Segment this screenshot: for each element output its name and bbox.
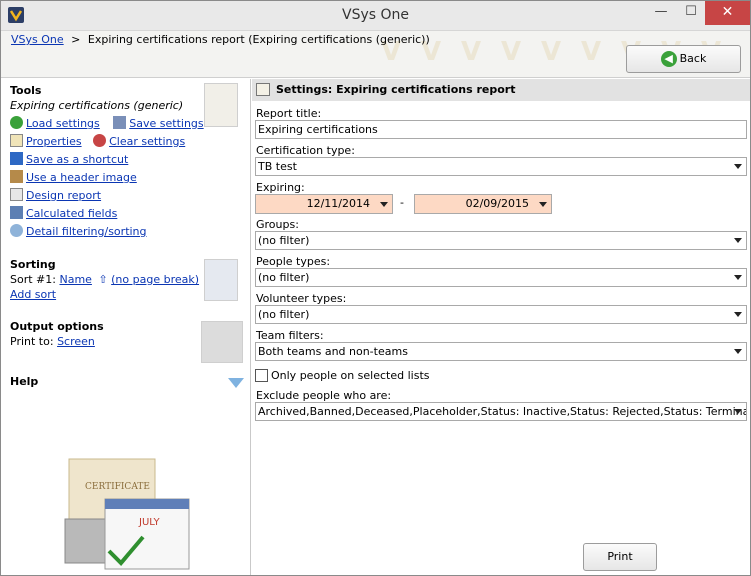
team-filters-label: Team filters: — [256, 329, 324, 342]
arrow-left-icon: ◀ — [660, 51, 677, 67]
calculator-icon — [10, 206, 23, 219]
expiring-from-date[interactable]: 12/11/2014 — [255, 194, 393, 214]
tools-title: Tools — [10, 84, 42, 97]
properties-link[interactable]: Properties — [26, 135, 82, 148]
settings-header-title: Settings: Expiring certifications report — [276, 83, 516, 96]
sort-ascending-icon[interactable]: ⇧ — [98, 273, 107, 286]
app-window: VSys One — ☐ ✕ VVV VVV VVV VSys One > Ex… — [0, 0, 751, 576]
chevron-down-icon — [734, 312, 742, 317]
calendar-dropdown-icon — [380, 202, 388, 207]
printer-icon — [201, 321, 243, 363]
expiring-from-value: 12/11/2014 — [306, 197, 370, 210]
properties-icon — [10, 134, 23, 147]
sort1-field-link[interactable]: Name — [59, 273, 91, 286]
sorting-title: Sorting — [10, 258, 56, 271]
volunteer-types-label: Volunteer types: — [256, 292, 347, 305]
chevron-down-icon — [734, 409, 742, 414]
report-title-input[interactable] — [255, 120, 747, 139]
certification-type-select[interactable]: TB test — [255, 157, 747, 176]
settings-panel: Settings: Expiring certifications report… — [252, 79, 750, 575]
tools-panel: Tools Expiring certifications (generic) … — [1, 79, 251, 575]
report-illustration-icon: CERTIFICATE JULY — [64, 458, 190, 570]
exclude-label: Exclude people who are: — [256, 389, 392, 402]
expiring-to-date[interactable]: 02/09/2015 — [414, 194, 552, 214]
svg-text:CERTIFICATE: CERTIFICATE — [85, 482, 150, 492]
print-button[interactable]: Print — [583, 543, 657, 571]
header-banner: VVV VVV VVV VSys One > Expiring certific… — [1, 31, 750, 78]
help-title: Help — [10, 375, 39, 388]
people-types-label: People types: — [256, 255, 331, 268]
chevron-down-icon — [734, 164, 742, 169]
title-bar: VSys One — ☐ ✕ — [1, 1, 750, 31]
breadcrumb-current: Expiring certifications report (Expiring… — [87, 33, 430, 46]
exclude-select[interactable]: Archived,Banned,Deceased,Placeholder,Sta… — [255, 402, 747, 421]
back-button-label: Back — [679, 52, 707, 65]
team-filters-value: Both teams and non-teams — [258, 345, 408, 358]
settings-report-icon — [256, 83, 270, 96]
load-settings-icon — [10, 116, 23, 129]
sort1-page-break-link[interactable]: (no page break) — [111, 273, 199, 286]
calculated-fields-link[interactable]: Calculated fields — [26, 207, 117, 220]
people-types-value: (no filter) — [258, 271, 310, 284]
svg-text:JULY: JULY — [138, 517, 161, 528]
print-to-label: Print to: — [10, 335, 54, 348]
groups-label: Groups: — [256, 218, 299, 231]
certification-type-label: Certification type: — [256, 144, 355, 157]
chevron-down-icon — [734, 349, 742, 354]
volunteer-types-value: (no filter) — [258, 308, 310, 321]
breadcrumb-root-link[interactable]: VSys One — [11, 33, 64, 46]
clear-settings-link[interactable]: Clear settings — [109, 135, 185, 148]
print-to-link[interactable]: Screen — [57, 335, 95, 348]
breadcrumb: VSys One > Expiring certifications repor… — [11, 33, 430, 46]
clear-settings-icon — [93, 134, 107, 147]
certification-type-value: TB test — [258, 160, 297, 173]
date-range-separator: - — [400, 196, 404, 209]
settings-header: Settings: Expiring certifications report — [252, 79, 750, 101]
sort1-label: Sort #1: — [10, 273, 56, 286]
output-options-title: Output options — [10, 320, 104, 333]
breadcrumb-separator: > — [71, 33, 81, 46]
chevron-down-icon — [734, 238, 742, 243]
report-subtitle: Expiring certifications (generic) — [10, 99, 184, 112]
load-settings-link[interactable]: Load settings — [26, 117, 100, 130]
window-title: VSys One — [342, 7, 409, 23]
chevron-down-icon — [734, 275, 742, 280]
expiring-to-value: 02/09/2015 — [465, 197, 529, 210]
save-settings-link[interactable]: Save settings — [129, 117, 203, 130]
groups-value: (no filter) — [258, 234, 310, 247]
exclude-value: Archived,Banned,Deceased,Placeholder,Sta… — [258, 405, 747, 418]
expiring-label: Expiring: — [256, 181, 305, 194]
shortcut-icon — [10, 152, 23, 165]
design-report-link[interactable]: Design report — [26, 189, 101, 202]
report-title-label: Report title: — [256, 107, 322, 120]
minimize-button[interactable]: — — [647, 1, 675, 25]
clipboard-icon — [204, 83, 238, 127]
groups-select[interactable]: (no filter) — [255, 231, 747, 250]
save-shortcut-link[interactable]: Save as a shortcut — [26, 153, 128, 166]
maximize-button[interactable]: ☐ — [677, 1, 705, 25]
only-selected-lists-label: Only people on selected lists — [271, 369, 430, 382]
calendar-dropdown-icon — [539, 202, 547, 207]
team-filters-select[interactable]: Both teams and non-teams — [255, 342, 747, 361]
design-report-icon — [10, 188, 23, 201]
header-image-link[interactable]: Use a header image — [26, 171, 137, 184]
calendar-sort-icon — [204, 259, 238, 301]
back-button[interactable]: ◀ Back — [626, 45, 741, 73]
header-image-icon — [10, 170, 23, 183]
save-settings-icon — [113, 116, 127, 129]
add-sort-link[interactable]: Add sort — [10, 288, 56, 301]
only-selected-lists-checkbox[interactable] — [255, 369, 268, 382]
people-types-select[interactable]: (no filter) — [255, 268, 747, 287]
volunteer-types-select[interactable]: (no filter) — [255, 305, 747, 324]
filter-icon — [10, 224, 23, 237]
close-button[interactable]: ✕ — [705, 1, 750, 25]
detail-filtering-link[interactable]: Detail filtering/sorting — [26, 225, 147, 238]
help-expand-icon[interactable] — [228, 378, 244, 388]
